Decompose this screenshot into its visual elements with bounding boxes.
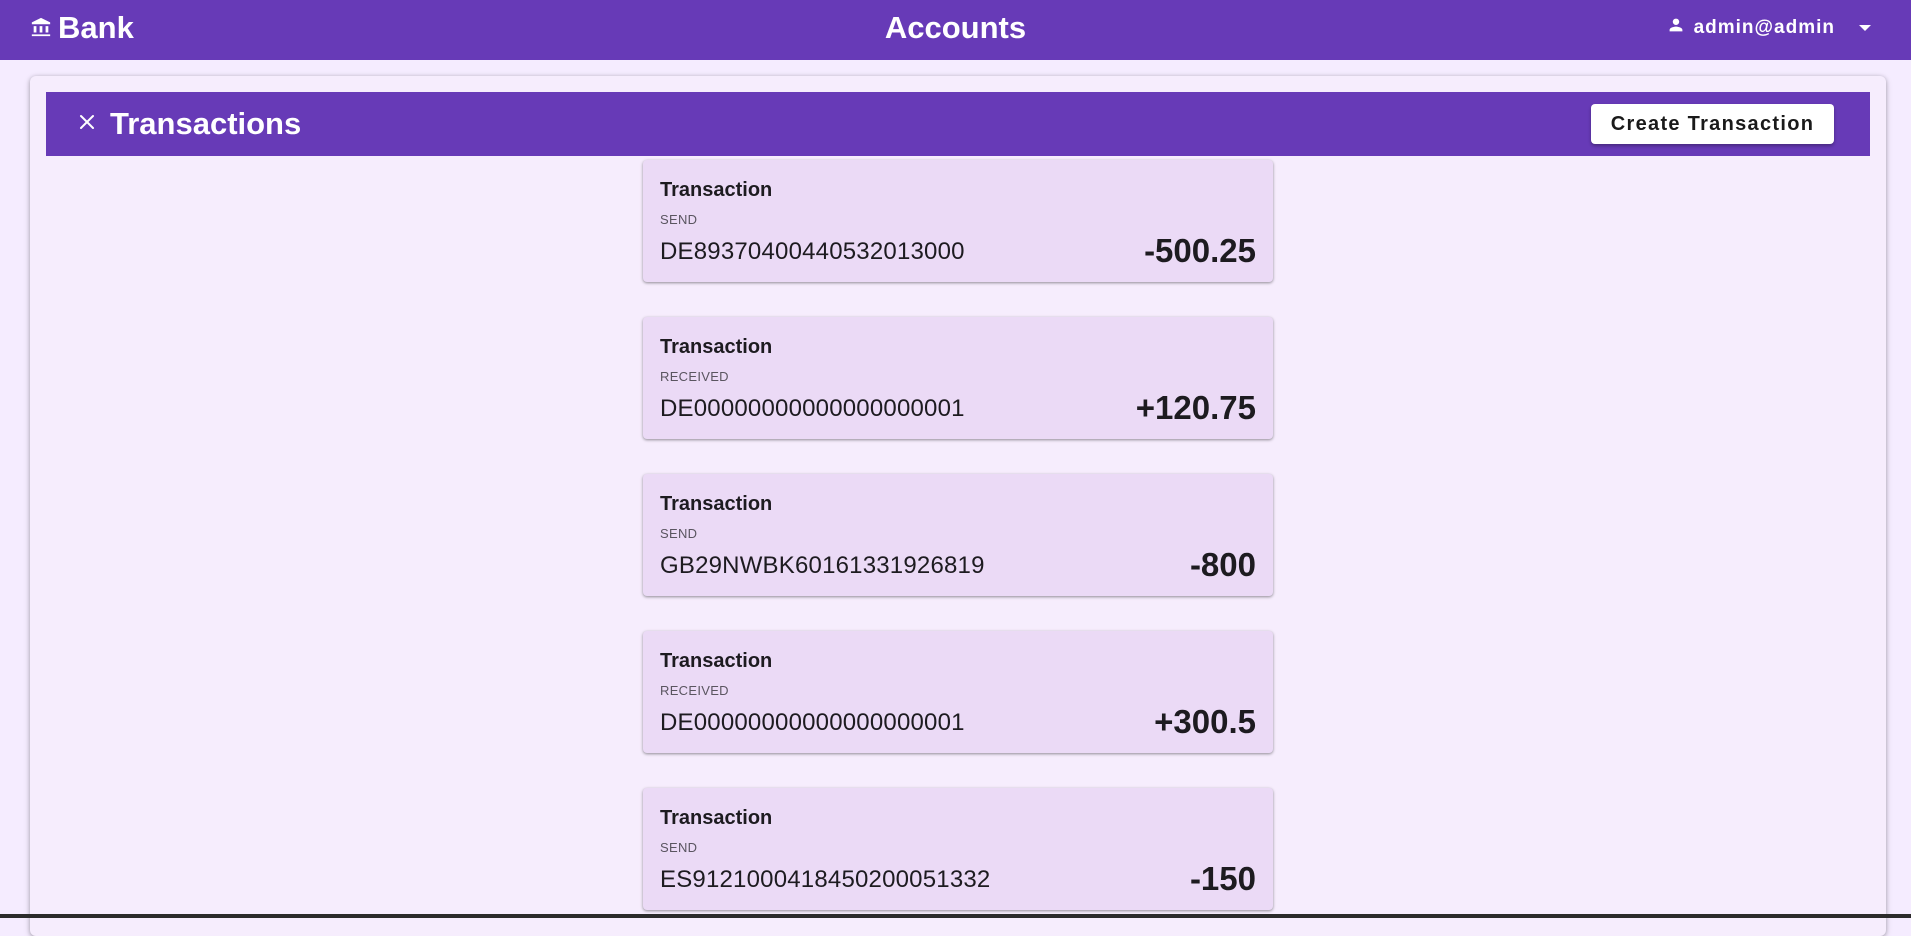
bank-icon [30,10,52,46]
transaction-title: Transaction [660,807,773,829]
transaction-iban: DE00000000000000000001 [660,709,965,736]
create-transaction-button[interactable]: Create Transaction [1591,104,1834,144]
transaction-type: SEND [660,526,698,541]
user-email: admin@admin [1693,17,1835,38]
brand-link[interactable]: Bank [30,0,134,56]
close-icon [79,114,95,135]
transaction-amount: -500.25 [1144,232,1256,269]
transaction-iban: DE89370400440532013000 [660,238,965,265]
user-menu-button[interactable]: admin@admin [1668,0,1871,56]
page-title: Accounts [884,10,1027,45]
transaction-amount: -800 [1189,546,1256,583]
transaction-card[interactable]: Transaction RECEIVED DE00000000000000000… [643,317,1273,439]
transaction-type: RECEIVED [660,683,729,698]
transaction-type: SEND [660,840,698,855]
transaction-card[interactable]: Transaction SEND DE89370400440532013000 … [643,160,1273,282]
transaction-title: Transaction [660,336,773,358]
top-app-bar: Bank Accounts admin@admin [0,0,1911,60]
transaction-amount: +300.5 [1154,703,1256,740]
transaction-title: Transaction [660,179,773,201]
transaction-title: Transaction [660,650,773,672]
person-icon [1668,17,1684,39]
transaction-type: SEND [660,212,698,227]
brand-label: Bank [58,10,134,45]
transaction-card[interactable]: Transaction SEND ES912100041845020005133… [643,788,1273,910]
transaction-iban: DE00000000000000000001 [660,395,965,422]
transaction-amount: +120.75 [1135,389,1256,426]
window-bottom-edge [0,914,1911,918]
transaction-card[interactable]: Transaction RECEIVED DE00000000000000000… [643,631,1273,753]
transaction-iban: ES9121000418450200051332 [660,866,991,893]
transaction-card[interactable]: Transaction SEND GB29NWBK60161331926819 … [643,474,1273,596]
transaction-amount: -150 [1189,860,1256,897]
transactions-panel-header: Transactions Create Transaction [46,92,1870,156]
transaction-title: Transaction [660,493,773,515]
transaction-type: RECEIVED [660,369,729,384]
transaction-iban: GB29NWBK60161331926819 [660,552,985,579]
transactions-panel: Transactions Create Transaction Transact… [30,76,1886,936]
panel-title: Transactions [110,106,302,141]
close-button[interactable] [74,111,100,137]
caret-down-icon [1859,25,1871,31]
